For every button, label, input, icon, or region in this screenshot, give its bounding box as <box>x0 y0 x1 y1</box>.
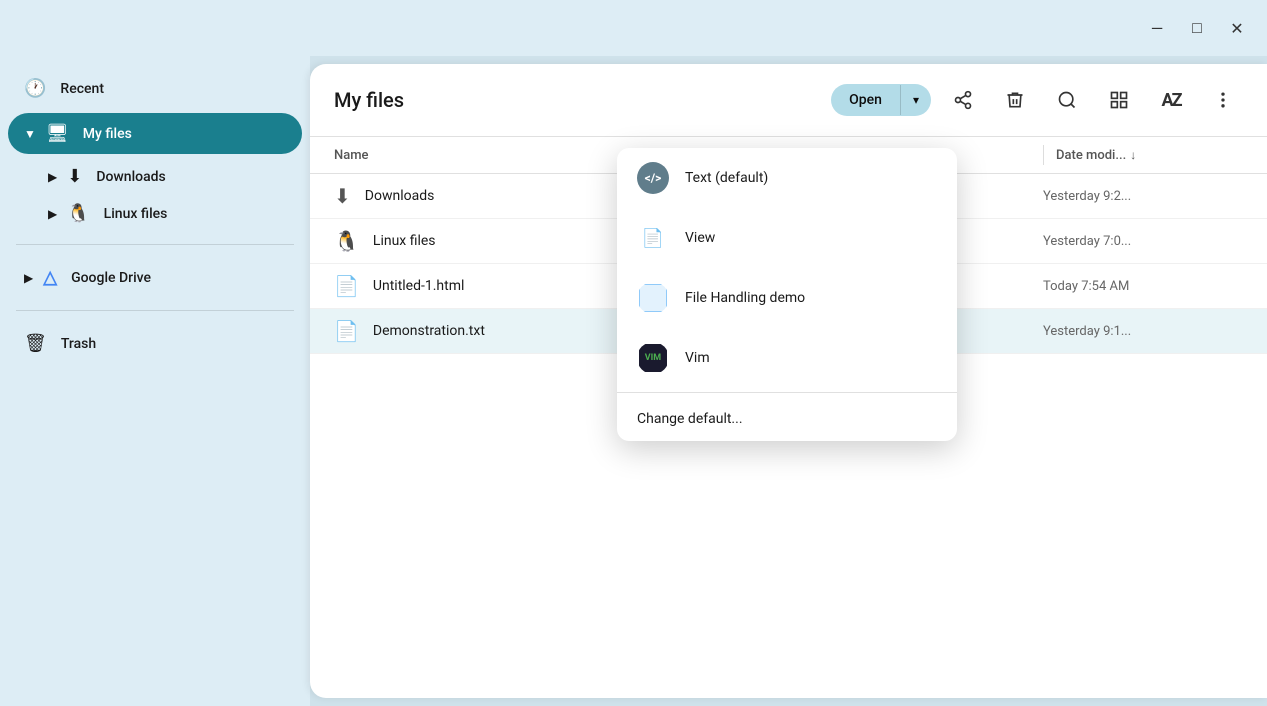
dropdown-item-text-default[interactable]: </> Text (default) <box>617 148 957 208</box>
sidebar-item-google-drive[interactable]: ▶ △ Google Drive <box>8 257 302 298</box>
chevron-icon: ▶ <box>48 170 57 184</box>
file-name: Demonstration.txt <box>373 323 485 339</box>
col-date-header[interactable]: Date modi... ↓ <box>1043 145 1243 165</box>
chevron-icon: ▶ <box>24 271 33 285</box>
vim-icon: VIM <box>637 342 669 374</box>
open-button-arrow[interactable]: ▾ <box>900 85 931 115</box>
chevron-icon: ▼ <box>24 127 36 141</box>
dropdown-item-label: View <box>685 230 715 246</box>
file-date: Yesterday 9:1... <box>1043 324 1243 339</box>
minimize-button[interactable]: — <box>1143 14 1171 42</box>
file-date: Today 7:54 AM <box>1043 279 1243 294</box>
close-button[interactable]: ✕ <box>1223 14 1251 42</box>
file-date: Yesterday 7:0... <box>1043 234 1243 249</box>
page-title: My files <box>334 88 819 112</box>
dropdown-item-label: Text (default) <box>685 170 768 186</box>
titlebar: — □ ✕ <box>0 0 1267 56</box>
trash-icon: 🗑 <box>24 333 47 354</box>
file-icon: 📄 <box>637 222 669 254</box>
file-name: Downloads <box>365 188 435 204</box>
open-with-dropdown: </> Text (default) 📄 View File Handling … <box>617 148 957 441</box>
file-date: Yesterday 9:2... <box>1043 189 1243 204</box>
delete-button[interactable] <box>995 80 1035 120</box>
sidebar-item-downloads[interactable]: ▶ ⬇ Downloads <box>32 158 302 195</box>
html-file-icon: 📄 <box>334 274 359 298</box>
grid-view-button[interactable] <box>1099 80 1139 120</box>
more-options-button[interactable] <box>1203 80 1243 120</box>
dropdown-divider <box>617 392 957 393</box>
sidebar-item-label: Downloads <box>96 169 165 185</box>
txt-file-icon: 📄 <box>334 319 359 343</box>
search-button[interactable] <box>1047 80 1087 120</box>
sidebar-item-label: Trash <box>61 336 96 352</box>
sidebar-item-label: Linux files <box>104 206 168 222</box>
dropdown-item-file-handling-demo[interactable]: File Handling demo <box>617 268 957 328</box>
dropdown-item-view[interactable]: 📄 View <box>617 208 957 268</box>
dropdown-item-vim[interactable]: VIM Vim <box>617 328 957 388</box>
sort-button[interactable]: AZ <box>1151 80 1191 120</box>
maximize-button[interactable]: □ <box>1183 14 1211 42</box>
dropdown-item-label: Vim <box>685 350 710 366</box>
open-button[interactable]: Open ▾ <box>831 84 931 116</box>
dropdown-item-label: File Handling demo <box>685 290 805 306</box>
sidebar-item-linux-files[interactable]: ▶ 🐧 Linux files <box>32 195 302 232</box>
code-icon: </> <box>637 162 669 194</box>
open-button-label: Open <box>831 84 900 116</box>
sidebar-divider-2 <box>16 310 294 311</box>
sidebar-item-recent[interactable]: 🕐 Recent <box>8 68 302 109</box>
downloads-icon: ⬇ <box>67 166 82 187</box>
sidebar-item-label: Google Drive <box>71 270 151 286</box>
google-drive-icon: △ <box>43 267 57 288</box>
sidebar: 🕐 Recent ▼ 🖥 My files ▶ ⬇ Downloads ▶ 🐧 … <box>0 56 310 706</box>
sidebar-divider <box>16 244 294 245</box>
downloads-file-icon: ⬇ <box>334 184 351 208</box>
file-name: Untitled-1.html <box>373 278 465 294</box>
recent-icon: 🕐 <box>24 78 46 99</box>
file-handling-icon <box>637 282 669 314</box>
sort-arrow-icon: ↓ <box>1130 148 1136 162</box>
sidebar-item-my-files[interactable]: ▼ 🖥 My files <box>8 113 302 154</box>
chevron-icon: ▶ <box>48 207 57 221</box>
sidebar-sub-items: ▶ ⬇ Downloads ▶ 🐧 Linux files <box>32 158 302 232</box>
sidebar-item-label: Recent <box>60 81 104 97</box>
sidebar-item-trash[interactable]: 🗑 Trash <box>8 323 302 364</box>
file-name: Linux files <box>373 233 436 249</box>
sidebar-item-label: My files <box>83 126 132 142</box>
share-button[interactable] <box>943 80 983 120</box>
linux-file-icon: 🐧 <box>334 229 359 253</box>
linux-files-icon: 🐧 <box>67 203 89 224</box>
toolbar: My files Open ▾ <box>310 64 1267 137</box>
my-files-icon: 🖥 <box>46 123 69 144</box>
dropdown-change-default[interactable]: Change default... <box>617 397 957 441</box>
